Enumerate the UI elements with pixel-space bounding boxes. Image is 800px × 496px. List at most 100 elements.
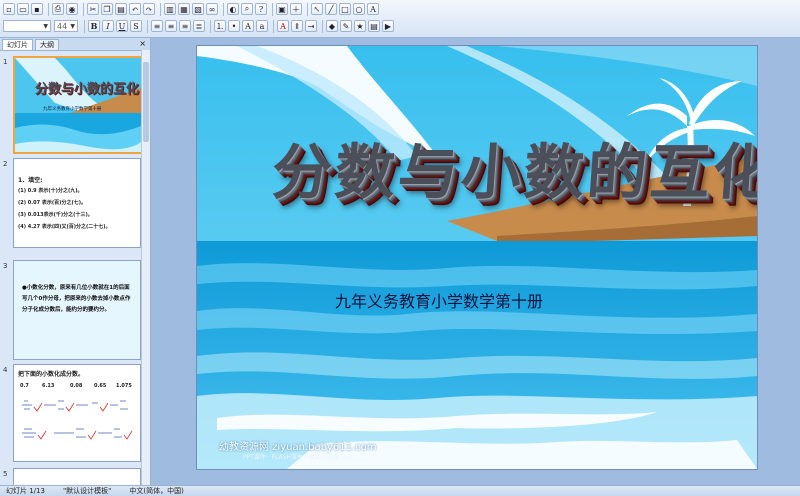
slide-number: 5 [3, 470, 8, 478]
thumbnail-line: (3) 0.013表示(千)分之(十三)。 [18, 212, 93, 218]
line-icon[interactable]: ╱ [325, 3, 337, 15]
slide-thumbnail-background [15, 58, 141, 152]
slide-thumbnail-2[interactable]: 1．填空: (1) 0.9 表示(十)分之(九)。 (2) 0.07 表示(百)… [13, 158, 141, 248]
toolbar-separator [84, 19, 85, 33]
toolbar-separator [307, 2, 308, 16]
current-slide[interactable]: 分数与小数的互化 九年义务教育小学数学第十册 幼教资源网 ziyuan.baby… [196, 45, 758, 470]
numbering-icon[interactable]: ⒈ [214, 20, 226, 32]
thumbnail-line: (4) 4.27 表示(四)又(百)分之(二十七)。 [18, 224, 111, 230]
thumbnail-scrollbar[interactable] [141, 50, 150, 485]
oval-icon[interactable]: ○ [353, 3, 365, 15]
save-icon[interactable]: ▪ [31, 3, 43, 15]
toolbar-separator [272, 2, 273, 16]
slide-number: 2 [3, 160, 8, 168]
thumbnail-value: 0.7 [20, 383, 29, 389]
thumbnail-handwritten-fractions [22, 400, 133, 440]
toolbar: ▫ ▭ ▪ ⎙ ◉ ✂ ❐ ▤ ↶ ↷ ▥ ▦ ▧ ∞ ◐ ⌕ ? ▣ ＋ ↖ … [0, 0, 800, 38]
shadow-button[interactable]: S [130, 20, 142, 32]
align-right-icon[interactable]: ≡ [179, 20, 191, 32]
slide-title[interactable]: 分数与小数的互化 [270, 138, 757, 208]
animation-icon[interactable]: ★ [354, 20, 366, 32]
watermark-text: 幼教资源网 ziyuan.baby611.com [219, 442, 377, 453]
copy-icon[interactable]: ❐ [101, 3, 113, 15]
toolbar-separator [83, 2, 84, 16]
slide-thumbnail-1[interactable]: 分数与小数的互化 九年义务教育小学数学第十册 [13, 56, 143, 154]
toolbar-separator [160, 2, 161, 16]
toolbar-separator [210, 19, 211, 33]
textbox-icon[interactable]: A [367, 3, 379, 15]
thumbnail-line: (1) 0.9 表示(十)分之(九)。 [18, 188, 83, 194]
zoom-icon[interactable]: ⌕ [241, 3, 253, 15]
thumbnail-text: ●小数化分数，原来有几位小数就在1的后面写几个0作分母，把原来的小数去掉小数点作… [22, 285, 131, 313]
new-file-icon[interactable]: ▫ [3, 3, 15, 15]
font-size-combo[interactable]: 44 ▼ [54, 20, 78, 32]
align-center-icon[interactable]: ≡ [165, 20, 177, 32]
chevron-down-icon: ▼ [43, 22, 48, 30]
paste-icon[interactable]: ▤ [115, 3, 127, 15]
slide-subtitle[interactable]: 九年义务教育小学数学第十册 [335, 288, 543, 312]
open-folder-icon[interactable]: ▭ [17, 3, 29, 15]
toolbar-separator [48, 2, 49, 16]
design-icon[interactable]: ▣ [276, 3, 288, 15]
thumbnail-value: 1.075 [116, 383, 132, 389]
thumbnail-heading: 1．填空: [18, 177, 43, 184]
tab-slides[interactable]: 幻灯片 [2, 39, 33, 50]
slide-show-icon[interactable]: ▶ [382, 20, 394, 32]
thumbnail-title: 分数与小数的互化 [35, 82, 140, 97]
slide-thumbnail-5[interactable] [13, 468, 141, 486]
thumbnail-value: 0.65 [94, 383, 107, 389]
preview-icon[interactable]: ◉ [66, 3, 78, 15]
slide-number: 1 [3, 58, 8, 66]
tab-outline[interactable]: 大纲 [35, 39, 59, 50]
thumbnail-subtitle: 九年义务教育小学数学第十册 [43, 107, 102, 112]
thumbnail-heading: 把下面的小数化成分数。 [18, 371, 85, 378]
slide-number: 3 [3, 262, 8, 270]
toolbar-separator [273, 19, 274, 33]
font-name-combo[interactable]: ▼ [3, 20, 51, 32]
columns-icon[interactable]: ▧ [192, 3, 204, 15]
table-icon[interactable]: ▦ [178, 3, 190, 15]
thumbnail-value: 0.08 [70, 383, 83, 389]
decrease-font-icon[interactable]: a [256, 20, 268, 32]
arrow-icon[interactable]: ↖ [311, 3, 323, 15]
toolbar-separator [223, 2, 224, 16]
bold-button[interactable]: B [88, 20, 100, 32]
indent-icon[interactable]: ⇥ [305, 20, 317, 32]
scrollbar-thumb[interactable] [143, 62, 149, 142]
rectangle-icon[interactable]: □ [339, 3, 351, 15]
italic-button[interactable]: I [102, 20, 114, 32]
justify-icon[interactable]: ≣ [193, 20, 205, 32]
slide-thumbnail-4[interactable]: 把下面的小数化成分数。 0.7 6.13 0.08 0.65 1.075 [13, 364, 141, 462]
slide-number: 4 [3, 366, 8, 374]
new-slide-icon[interactable]: ＋ [290, 3, 302, 15]
redo-icon[interactable]: ↷ [143, 3, 155, 15]
color-grayscale-icon[interactable]: ◐ [227, 3, 239, 15]
hyperlink-icon[interactable]: ∞ [206, 3, 218, 15]
font-size-value: 44 [57, 21, 68, 31]
underline-button[interactable]: U [116, 20, 128, 32]
line-color-icon[interactable]: ✎ [340, 20, 352, 32]
help-icon[interactable]: ? [255, 3, 267, 15]
undo-icon[interactable]: ↶ [129, 3, 141, 15]
chevron-down-icon: ▼ [70, 22, 75, 30]
line-spacing-icon[interactable]: ⇕ [291, 20, 303, 32]
bullets-icon[interactable]: • [228, 20, 240, 32]
align-left-icon[interactable]: ≡ [151, 20, 163, 32]
close-icon[interactable]: × [139, 39, 146, 48]
print-icon[interactable]: ⎙ [52, 3, 64, 15]
increase-font-icon[interactable]: A [242, 20, 254, 32]
slide-thumbnail-3[interactable]: ●小数化分数，原来有几位小数就在1的后面写几个0作分母，把原来的小数去掉小数点作… [13, 260, 141, 360]
slide-editing-area: 分数与小数的互化 九年义务教育小学数学第十册 幼教资源网 ziyuan.baby… [151, 38, 800, 485]
fill-color-icon[interactable]: ◆ [326, 20, 338, 32]
toolbar-separator [147, 19, 148, 33]
pane-tabs: 幻灯片 大纲 × [0, 38, 150, 51]
watermark-subtext: PPT课件 · FLASH课件 · 教案 · 试卷 [243, 454, 339, 461]
chart-icon[interactable]: ▥ [164, 3, 176, 15]
font-color-button[interactable]: A [277, 20, 289, 32]
slide-background-illustration [197, 46, 757, 469]
slide-layout-icon[interactable]: ▤ [368, 20, 380, 32]
formatting-toolbar: ▼ 44 ▼ B I U S ≡ ≡ ≡ ≣ ⒈ • A a A ⇕ ⇥ ◆ ✎ … [3, 18, 396, 34]
toolbar-separator [322, 19, 323, 33]
thumbnail-line: (2) 0.07 表示(百)分之(七)。 [18, 200, 87, 206]
cut-icon[interactable]: ✂ [87, 3, 99, 15]
